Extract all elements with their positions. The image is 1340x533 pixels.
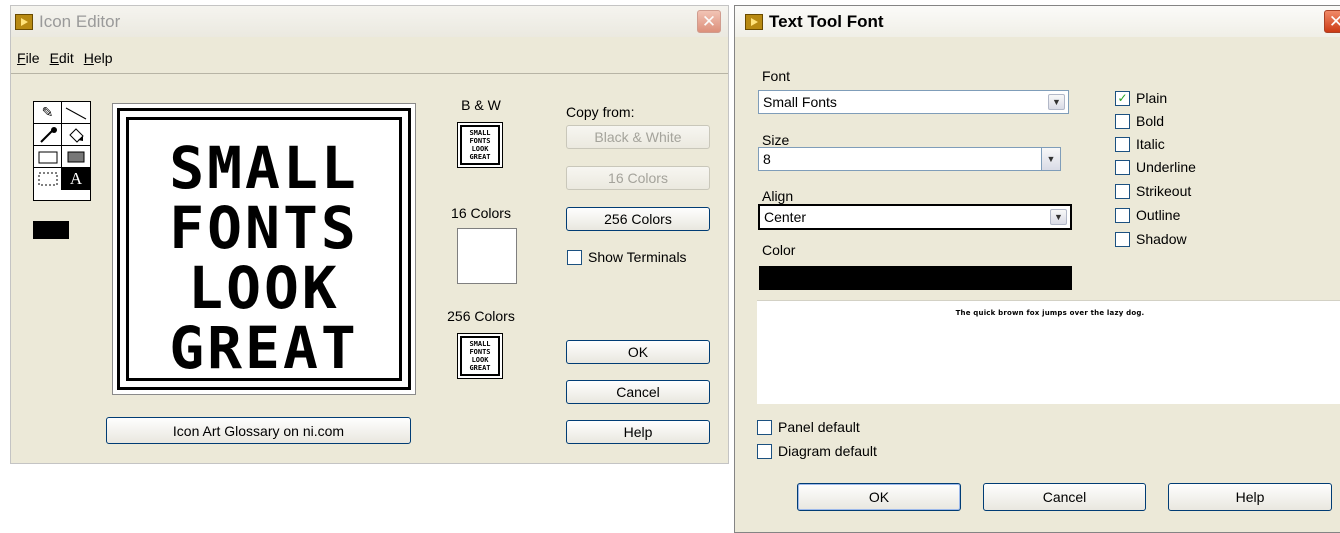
filled-rectangle-tool-icon[interactable] <box>62 146 90 168</box>
icon-editor-window: Icon Editor ✕ File Edit Help ✎ A SMALL F… <box>10 5 729 464</box>
foreground-color-swatch[interactable] <box>33 221 69 239</box>
pencil-tool-icon[interactable]: ✎ <box>34 102 62 124</box>
window-title: Icon Editor <box>39 11 121 31</box>
rectangle-tool-icon[interactable] <box>34 146 62 168</box>
preview-text: The quick brown fox jumps over the lazy … <box>955 309 1145 317</box>
size-input[interactable]: 8 <box>758 147 1043 171</box>
checkbox-box[interactable] <box>567 249 582 265</box>
bw-icon-preview[interactable]: SMALL FONTS LOOK GREAT <box>457 122 503 168</box>
panel-default-checkbox[interactable]: Panel default <box>757 419 860 435</box>
ok-button[interactable]: OK <box>797 483 961 511</box>
style-bold-checkbox[interactable]: Bold <box>1115 113 1164 129</box>
menu-file[interactable]: File <box>17 50 40 73</box>
fill-bucket-tool-icon[interactable] <box>62 124 90 146</box>
checkbox-box[interactable] <box>1115 136 1130 152</box>
canvas-text-line: GREAT <box>169 314 359 382</box>
close-button[interactable]: ✕ <box>697 10 721 33</box>
menu-bar: File Edit Help <box>11 50 728 74</box>
style-outline-checkbox[interactable]: Outline <box>1115 207 1180 223</box>
color-label: Color <box>762 242 796 258</box>
font-dropdown[interactable]: Small Fonts ▼ <box>758 90 1069 114</box>
text-font-titlebar[interactable]: Text Tool Font ✕ <box>735 6 1340 37</box>
text-tool-font-window: Text Tool Font ✕ Font Small Fonts ▼ Size… <box>734 5 1340 533</box>
checkbox-box[interactable] <box>757 419 772 435</box>
cancel-button[interactable]: Cancel <box>566 380 710 404</box>
close-button[interactable]: ✕ <box>1324 10 1340 33</box>
ok-button[interactable]: OK <box>566 340 710 364</box>
icon-canvas[interactable]: SMALL FONTS LOOK GREAT <box>112 103 416 395</box>
style-italic-checkbox[interactable]: Italic <box>1115 136 1165 152</box>
16-colors-label: 16 Colors <box>451 205 511 221</box>
chevron-down-icon[interactable]: ▼ <box>1050 209 1067 225</box>
style-strikeout-checkbox[interactable]: Strikeout <box>1115 183 1191 199</box>
icon-art-glossary-button[interactable]: Icon Art Glossary on ni.com <box>106 417 411 444</box>
checkbox-box[interactable]: ✓ <box>1115 90 1130 106</box>
font-preview-area: The quick brown fox jumps over the lazy … <box>757 300 1340 404</box>
style-shadow-checkbox[interactable]: Shadow <box>1115 231 1187 247</box>
color-swatch[interactable] <box>759 266 1072 290</box>
canvas-text-line: SMALL <box>169 134 359 202</box>
color-picker-tool-icon[interactable] <box>34 124 62 146</box>
icon-editor-titlebar[interactable]: Icon Editor ✕ <box>11 6 728 37</box>
checkbox-box[interactable] <box>1115 207 1130 223</box>
checkbox-box[interactable] <box>1115 231 1130 247</box>
line-tool-icon[interactable] <box>62 102 90 124</box>
canvas-text-line: FONTS <box>169 194 359 262</box>
chevron-down-icon[interactable]: ▼ <box>1048 94 1065 110</box>
align-dropdown[interactable]: Center ▼ <box>758 204 1072 230</box>
menu-edit[interactable]: Edit <box>50 50 74 73</box>
16-colors-icon-preview[interactable] <box>457 228 517 284</box>
canvas-text-line: LOOK <box>188 254 340 322</box>
size-label: Size <box>762 132 790 148</box>
show-terminals-checkbox[interactable]: Show Terminals <box>567 249 687 265</box>
tool-palette: ✎ A <box>33 101 91 201</box>
text-tool-icon[interactable]: A <box>62 168 90 190</box>
chevron-down-icon[interactable]: ▼ <box>1041 147 1061 171</box>
labview-app-icon <box>15 13 33 30</box>
font-label: Font <box>762 68 791 84</box>
labview-app-icon <box>745 13 763 30</box>
help-button[interactable]: Help <box>1168 483 1332 511</box>
style-underline-checkbox[interactable]: Underline <box>1115 159 1196 175</box>
checkbox-box[interactable] <box>1115 183 1130 199</box>
copy-16-colors-button[interactable]: 16 Colors <box>566 166 710 190</box>
checkbox-box[interactable] <box>757 443 772 459</box>
bw-label: B & W <box>461 97 501 113</box>
help-button[interactable]: Help <box>566 420 710 444</box>
256-colors-label: 256 Colors <box>447 308 515 324</box>
window-title: Text Tool Font <box>769 11 884 31</box>
copy-black-white-button[interactable]: Black & White <box>566 125 710 149</box>
checkbox-box[interactable] <box>1115 113 1130 129</box>
cancel-button[interactable]: Cancel <box>983 483 1146 511</box>
style-plain-checkbox[interactable]: ✓ Plain <box>1115 90 1167 106</box>
256-colors-icon-preview[interactable]: SMALL FONTS LOOK GREAT <box>457 333 503 379</box>
copy-256-colors-button[interactable]: 256 Colors <box>566 207 710 231</box>
checkbox-box[interactable] <box>1115 159 1130 175</box>
menu-help[interactable]: Help <box>84 50 113 73</box>
diagram-default-checkbox[interactable]: Diagram default <box>757 443 877 459</box>
copy-from-label: Copy from: <box>566 104 635 120</box>
align-label: Align <box>762 188 794 204</box>
select-tool-icon[interactable] <box>34 168 62 190</box>
